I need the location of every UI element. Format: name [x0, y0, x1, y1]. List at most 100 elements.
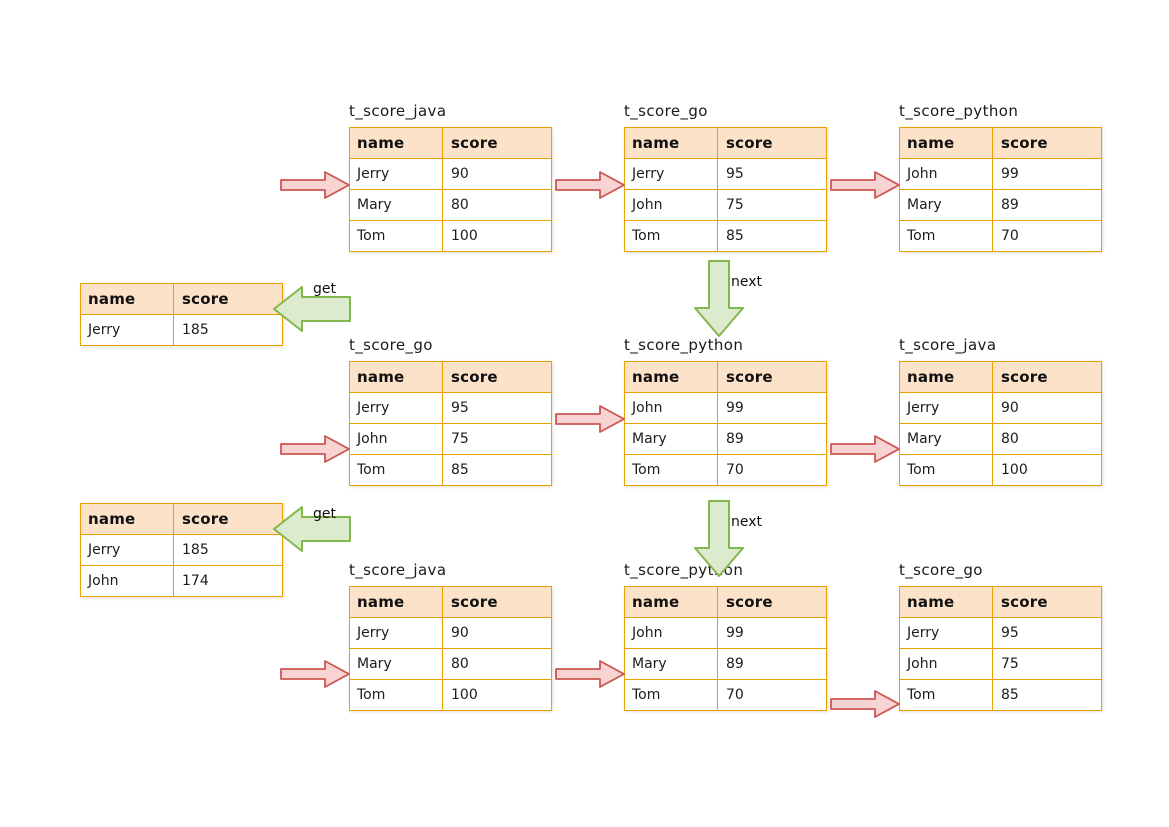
table-title: t_score_go [899, 561, 983, 579]
table-row[interactable]: Mary 80 [349, 648, 552, 679]
column-header-score: score [173, 283, 283, 314]
table-row[interactable]: Jerry 90 [349, 158, 552, 189]
table-row[interactable]: Mary 89 [899, 189, 1102, 220]
table-row[interactable]: Tom 85 [624, 220, 827, 252]
table-header-row: name score [899, 361, 1102, 392]
table-row[interactable]: Jerry 185 [80, 314, 283, 346]
cell-name: Tom [624, 454, 717, 486]
table-row[interactable]: Tom 70 [899, 220, 1102, 252]
cell-name: Mary [349, 189, 442, 220]
table-title: t_score_go [349, 336, 433, 354]
cell-score: 90 [992, 392, 1102, 423]
table-row[interactable]: Mary 80 [349, 189, 552, 220]
cell-score: 95 [992, 617, 1102, 648]
table-row[interactable]: Tom 85 [349, 454, 552, 486]
table-row[interactable]: Jerry 90 [349, 617, 552, 648]
table-row[interactable]: Tom 100 [899, 454, 1102, 486]
table-header-row: name score [899, 127, 1102, 158]
table-row[interactable]: Jerry 185 [80, 534, 283, 565]
cell-name: Jerry [899, 392, 992, 423]
table-row[interactable]: John 99 [624, 392, 827, 423]
table-row[interactable]: Tom 70 [624, 454, 827, 486]
cell-name: Tom [349, 679, 442, 711]
column-header-name: name [349, 127, 442, 158]
column-header-name: name [624, 361, 717, 392]
result-table: name score Jerry 185 [80, 283, 283, 346]
column-header-score: score [717, 586, 827, 617]
data-table: name score Jerry 95 John 75 Tom 85 [624, 127, 827, 252]
table-title: t_score_java [899, 336, 997, 354]
column-header-score: score [717, 361, 827, 392]
data-table: name score Jerry 90 Mary 80 Tom 100 [349, 127, 552, 252]
column-header-score: score [442, 361, 552, 392]
column-header-name: name [80, 283, 173, 314]
next-arrow-down-icon [693, 260, 745, 338]
cell-score: 75 [442, 423, 552, 454]
get-arrow-left-icon [272, 285, 352, 333]
data-table: name score Jerry 90 Mary 80 Tom 100 [899, 361, 1102, 486]
cursor-arrow-right-icon [554, 404, 626, 434]
cell-score: 89 [717, 648, 827, 679]
table-row[interactable]: Jerry 95 [899, 617, 1102, 648]
table-header-row: name score [80, 503, 283, 534]
column-header-name: name [899, 127, 992, 158]
table-row[interactable]: John 75 [624, 189, 827, 220]
cell-name: John [899, 648, 992, 679]
table-header-row: name score [624, 361, 827, 392]
cell-name: Tom [899, 220, 992, 252]
table-row[interactable]: Mary 89 [624, 423, 827, 454]
column-header-name: name [349, 361, 442, 392]
table-row[interactable]: John 99 [899, 158, 1102, 189]
table-row[interactable]: Tom 100 [349, 220, 552, 252]
cell-name: Jerry [899, 617, 992, 648]
cell-name: John [349, 423, 442, 454]
table-row[interactable]: Mary 80 [899, 423, 1102, 454]
get-arrow-left-icon [272, 505, 352, 553]
data-table: name score John 99 Mary 89 Tom 70 [624, 361, 827, 486]
cell-name: John [624, 617, 717, 648]
table-row[interactable]: Tom 85 [899, 679, 1102, 711]
table-header-row: name score [349, 586, 552, 617]
table-header-row: name score [899, 586, 1102, 617]
cell-name: Mary [899, 189, 992, 220]
table-title: t_score_python [624, 336, 744, 354]
cursor-arrow-right-icon [279, 434, 351, 464]
table-row[interactable]: John 99 [624, 617, 827, 648]
cell-name: Mary [349, 648, 442, 679]
table-row[interactable]: Jerry 95 [349, 392, 552, 423]
column-header-name: name [349, 586, 442, 617]
cell-name: Tom [624, 679, 717, 711]
table-row[interactable]: Jerry 90 [899, 392, 1102, 423]
table-row[interactable]: Tom 70 [624, 679, 827, 711]
table-row[interactable]: Jerry 95 [624, 158, 827, 189]
table-title: t_score_go [624, 102, 708, 120]
table-row[interactable]: John 174 [80, 565, 283, 597]
data-table: name score Jerry 95 John 75 Tom 85 [349, 361, 552, 486]
cell-name: John [624, 189, 717, 220]
table-row[interactable]: Mary 89 [624, 648, 827, 679]
cell-score: 70 [717, 454, 827, 486]
cell-score: 95 [717, 158, 827, 189]
cell-name: Jerry [349, 617, 442, 648]
cell-name: Mary [624, 423, 717, 454]
data-table: name score John 99 Mary 89 Tom 70 [624, 586, 827, 711]
cell-score: 100 [442, 220, 552, 252]
table-block-r2c2: t_score_python name score John 99 Mary 8… [624, 336, 827, 486]
edge-label-next-2: next [731, 514, 763, 530]
table-row[interactable]: John 75 [349, 423, 552, 454]
cell-name: Tom [899, 679, 992, 711]
table-row[interactable]: John 75 [899, 648, 1102, 679]
cell-score: 185 [173, 314, 283, 346]
cursor-arrow-right-icon [554, 170, 626, 200]
data-table: name score John 99 Mary 89 Tom 70 [899, 127, 1102, 252]
table-block-r3c1: t_score_java name score Jerry 90 Mary 80… [349, 561, 552, 711]
cell-name: Mary [624, 648, 717, 679]
table-row[interactable]: Tom 100 [349, 679, 552, 711]
table-header-row: name score [624, 127, 827, 158]
cell-name: Mary [899, 423, 992, 454]
cell-score: 100 [442, 679, 552, 711]
cell-name: Jerry [624, 158, 717, 189]
cell-score: 85 [717, 220, 827, 252]
cell-score: 90 [442, 617, 552, 648]
cell-score: 70 [717, 679, 827, 711]
